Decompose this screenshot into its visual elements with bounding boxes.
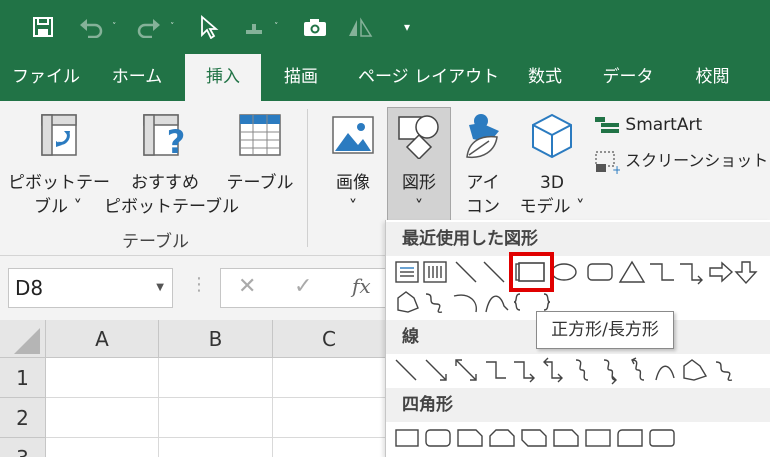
screenshot-button[interactable]: + スクリーンショット ˅ [594,149,770,177]
touch-mode-icon[interactable] [240,14,268,40]
smartart-icon [595,117,619,133]
3d-models-label-1: 3D [540,173,564,193]
pivot-table-button[interactable]: ピボットテー ブル ˅ [8,113,110,219]
icons-label-1: アイ [466,173,500,193]
cell-a1[interactable] [46,358,159,398]
select-objects-icon[interactable] [196,14,222,40]
tab-insert[interactable]: 挿入 [185,54,261,101]
image-button[interactable]: 画像 ˅ [326,113,380,219]
3d-models-button[interactable]: 3D モデル ˅ [516,113,588,219]
icons-label-2: コン [466,197,500,217]
cell-b3[interactable] [159,438,273,457]
rectangle-shapes-row[interactable] [392,424,770,454]
name-box-value: D8 [15,276,44,300]
insert-function-icon[interactable]: fx [352,274,371,298]
cell-c3[interactable] [273,438,386,457]
cell-a3[interactable] [46,438,159,457]
tab-formulas[interactable]: 数式 [520,54,570,101]
table-button[interactable]: テーブル [224,113,296,195]
svg-text:?: ? [167,123,186,159]
icons-icon [466,114,499,159]
recommended-pivot-label-2: ピボットテーブル [104,197,239,217]
tab-home[interactable]: ホーム [104,54,170,101]
customize-icon[interactable]: ▾ [398,14,416,40]
enter-check-icon[interactable]: ✓ [294,274,312,299]
cell-c1[interactable] [273,358,386,398]
screenshot-label: スクリーンショット ˅ [625,151,770,170]
shapes-label: 図形 [402,173,436,193]
shapes-caret: ˅ [414,197,424,217]
group-separator [307,109,308,247]
image-label: 画像 [336,173,370,193]
svg-text:+: + [612,163,620,174]
table-label: テーブル [226,173,294,193]
tab-data[interactable]: データ [598,54,658,101]
name-box[interactable]: D8 ▼ [8,268,173,308]
tab-file[interactable]: ファイル [6,54,86,101]
shape-tooltip: 正方形/長方形 [536,311,674,349]
screenshot-icon: + [595,150,622,177]
redo-icon[interactable] [134,14,164,40]
recommended-pivot-icon: ? [143,114,186,159]
rectangle-shape-icon [518,262,545,282]
align-icon[interactable] [346,14,374,40]
cancel-icon[interactable]: ✕ [238,274,256,299]
resize-handle-icon[interactable]: ⋮ [190,274,208,295]
save-icon[interactable] [30,14,56,40]
recommended-pivot-button[interactable]: ? おすすめ ピボットテーブル [104,113,239,219]
3d-models-label-2: モデル ˅ [519,197,585,217]
cell-c2[interactable] [273,398,386,438]
select-all-corner[interactable] [0,320,46,358]
row-header-3[interactable]: 3 [0,438,46,457]
tab-draw[interactable]: 描画 [276,54,326,101]
quick-access-toolbar: ˅ ˅ ˅ ▾ [0,0,770,54]
cell-a2[interactable] [46,398,159,438]
pivot-table-icon [41,114,77,156]
table-icon [239,114,281,156]
pivot-table-label-1: ピボットテー [8,173,110,193]
touch-dropdown-icon[interactable]: ˅ [274,22,279,32]
recent-shapes-header: 最近使用した図形 [386,222,770,256]
recommended-pivot-label-1: おすすめ [131,173,199,193]
smartart-button[interactable]: SmartArt [594,113,714,137]
column-header-a[interactable]: A [46,320,159,358]
cell-b2[interactable] [159,398,273,438]
smartart-label: SmartArt [625,115,703,135]
column-header-b[interactable]: B [159,320,273,358]
undo-dropdown-icon[interactable]: ˅ [112,22,117,32]
3d-cube-icon [532,113,572,159]
redo-dropdown-icon[interactable]: ˅ [170,22,175,32]
ribbon-tabs: ファイル ホーム 挿入 描画 ページ レイアウト 数式 データ 校閲 [0,54,770,101]
icons-button[interactable]: アイ コン [457,111,509,219]
shapes-icon [398,115,439,159]
recent-shapes-row-1[interactable] [392,258,770,288]
tab-review[interactable]: 校閲 [685,54,740,101]
tab-page-layout[interactable]: ページ レイアウト [358,54,499,101]
pivot-table-label-2: ブル ˅ [34,197,82,217]
lines-shapes-row[interactable] [392,356,770,386]
row-header-1[interactable]: 1 [0,358,46,398]
cell-b1[interactable] [159,358,273,398]
shapes-button[interactable]: 図形 ˅ [388,113,450,219]
rectangles-header: 四角形 [386,388,770,422]
camera-icon[interactable] [300,14,330,40]
image-caret: ˅ [348,197,358,217]
name-box-dropdown-icon[interactable]: ▼ [156,269,164,307]
undo-icon[interactable] [76,14,106,40]
row-header-2[interactable]: 2 [0,398,46,438]
rectangle-shape-highlight[interactable] [509,252,554,292]
column-header-c[interactable]: C [273,320,386,358]
group-label-tables: テーブル [122,232,189,252]
image-icon [332,116,374,154]
